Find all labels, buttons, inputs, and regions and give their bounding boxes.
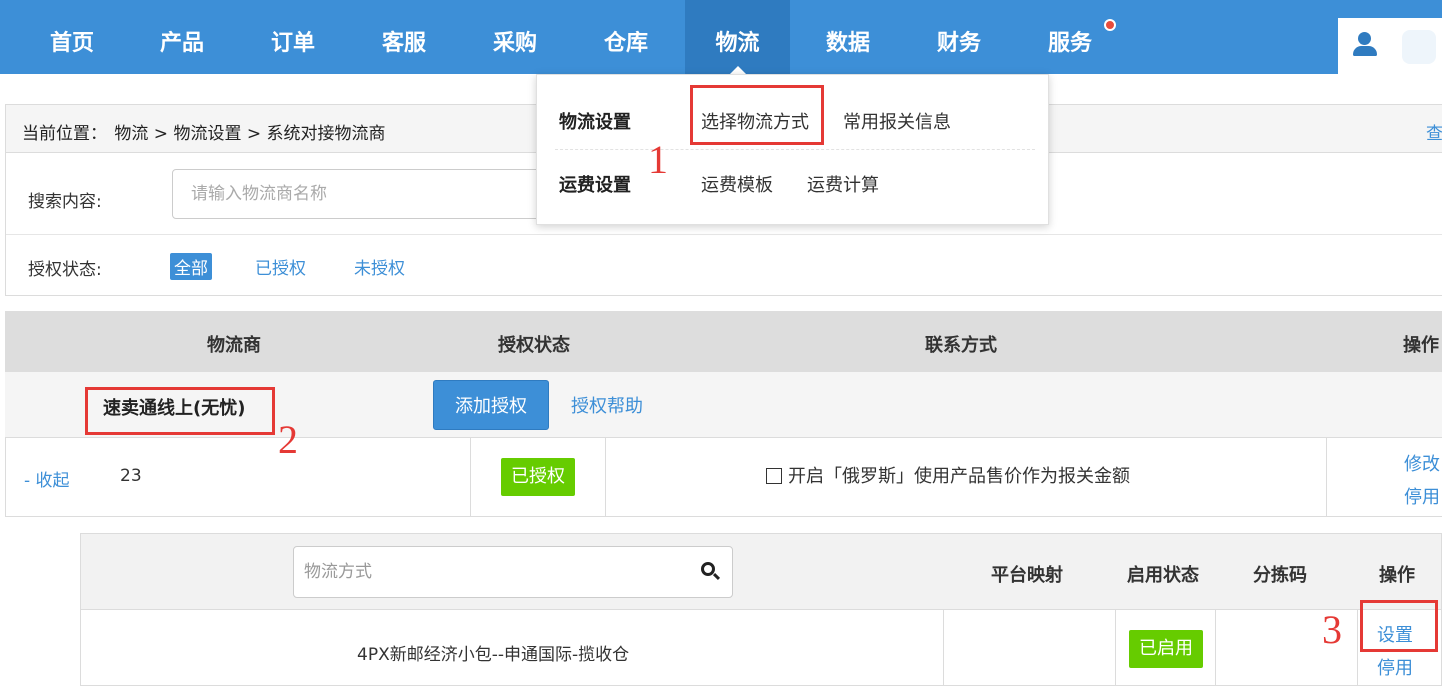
- auth-filter-authorized[interactable]: 已授权: [251, 253, 310, 280]
- annotation-box-3: [1360, 600, 1438, 652]
- collapse-toggle[interactable]: - 收起: [24, 466, 70, 491]
- breadcrumb-path[interactable]: 物流 > 物流设置 > 系统对接物流商: [114, 124, 385, 144]
- col-sort-code: 分拣码: [1253, 565, 1307, 586]
- menu-item-freight-template[interactable]: 运费模板: [701, 171, 773, 197]
- customs-value-option[interactable]: 开启「俄罗斯」使用产品售价作为报关金额: [766, 462, 1130, 488]
- table-row: - 收起 23 已授权 开启「俄罗斯」使用产品售价作为报关金额 修改 停用: [5, 438, 1442, 517]
- shipping-method-search-input[interactable]: [293, 546, 733, 598]
- col-actions: 操作: [1403, 335, 1439, 356]
- table-row: 4PX新邮经济小包--申通国际-揽收仓 已启用 设置 停用: [81, 610, 1441, 686]
- menu-item-freight-calculator[interactable]: 运费计算: [807, 171, 879, 197]
- shipping-method-table-header: 平台映射 启用状态 分拣码 操作: [81, 534, 1441, 610]
- col-contact: 联系方式: [925, 335, 997, 356]
- user-avatar-placeholder: [1402, 30, 1436, 64]
- search-icon[interactable]: [701, 562, 721, 582]
- vendor-table-header: 物流商 授权状态 联系方式 操作: [5, 311, 1442, 372]
- notification-dot: [1104, 19, 1116, 31]
- annotation-number-1: 1: [648, 137, 668, 182]
- menu-group-logistics-settings: 物流设置: [559, 112, 631, 133]
- annotation-number-3: 3: [1322, 607, 1342, 652]
- authorized-badge: 已授权: [501, 458, 575, 496]
- col-auth-status: 授权状态: [498, 335, 570, 356]
- nav-item-warehouse[interactable]: 仓库: [594, 0, 658, 74]
- add-authorization-button[interactable]: 添加授权: [433, 380, 549, 430]
- menu-group-freight-settings: 运费设置: [559, 175, 631, 196]
- auth-filter-unauthorized[interactable]: 未授权: [350, 253, 409, 280]
- shipping-method-table: 平台映射 启用状态 分拣码 操作 4PX新邮经济小包--申通国际-揽收仓 已启用…: [80, 533, 1442, 686]
- annotation-number-2: 2: [278, 417, 298, 462]
- vendor-search-input[interactable]: [172, 169, 552, 219]
- menu-item-customs-info[interactable]: 常用报关信息: [843, 108, 951, 134]
- auth-filter-all[interactable]: 全部: [170, 253, 212, 280]
- nav-item-orders[interactable]: 订单: [261, 0, 325, 74]
- user-menu[interactable]: [1338, 18, 1442, 74]
- breadcrumb-prefix: 当前位置：: [22, 124, 107, 144]
- nav-item-purchasing[interactable]: 采购: [483, 0, 547, 74]
- col-vendor: 物流商: [207, 335, 261, 356]
- nav-item-customer-service[interactable]: 客服: [372, 0, 436, 74]
- customs-value-checkbox[interactable]: [766, 468, 782, 484]
- nav-item-finance[interactable]: 财务: [927, 0, 991, 74]
- breadcrumb-right-link[interactable]: 查: [1426, 119, 1442, 144]
- authorization-help-link[interactable]: 授权帮助: [571, 392, 643, 418]
- customs-value-checkbox-label: 开启「俄罗斯」使用产品售价作为报关金额: [788, 466, 1130, 487]
- top-nav: 首页 产品 订单 客服 采购 仓库 物流 数据 财务 服务: [0, 0, 1442, 74]
- annotation-box-2: [85, 387, 275, 435]
- nav-item-services[interactable]: 服务: [1038, 0, 1102, 74]
- shipping-method-name: 4PX新邮经济小包--申通国际-揽收仓: [357, 645, 630, 665]
- search-label: 搜索内容:: [28, 192, 102, 212]
- annotation-box-1: [690, 85, 824, 145]
- menu-divider: [555, 149, 1035, 150]
- nav-item-home[interactable]: 首页: [40, 0, 104, 74]
- col-method-actions: 操作: [1379, 565, 1415, 586]
- nav-item-logistics[interactable]: 物流: [685, 0, 790, 74]
- user-icon[interactable]: [1350, 32, 1380, 60]
- col-enabled-status: 启用状态: [1127, 565, 1199, 586]
- disable-link[interactable]: 停用: [1404, 483, 1440, 509]
- nav-item-data[interactable]: 数据: [816, 0, 880, 74]
- method-disable-link[interactable]: 停用: [1377, 654, 1413, 680]
- enabled-badge: 已启用: [1129, 630, 1203, 668]
- col-platform-mapping: 平台映射: [991, 565, 1063, 586]
- edit-link[interactable]: 修改: [1404, 450, 1440, 476]
- row-count: 23: [120, 466, 142, 486]
- auth-status-label: 授权状态:: [28, 260, 102, 280]
- nav-item-products[interactable]: 产品: [150, 0, 214, 74]
